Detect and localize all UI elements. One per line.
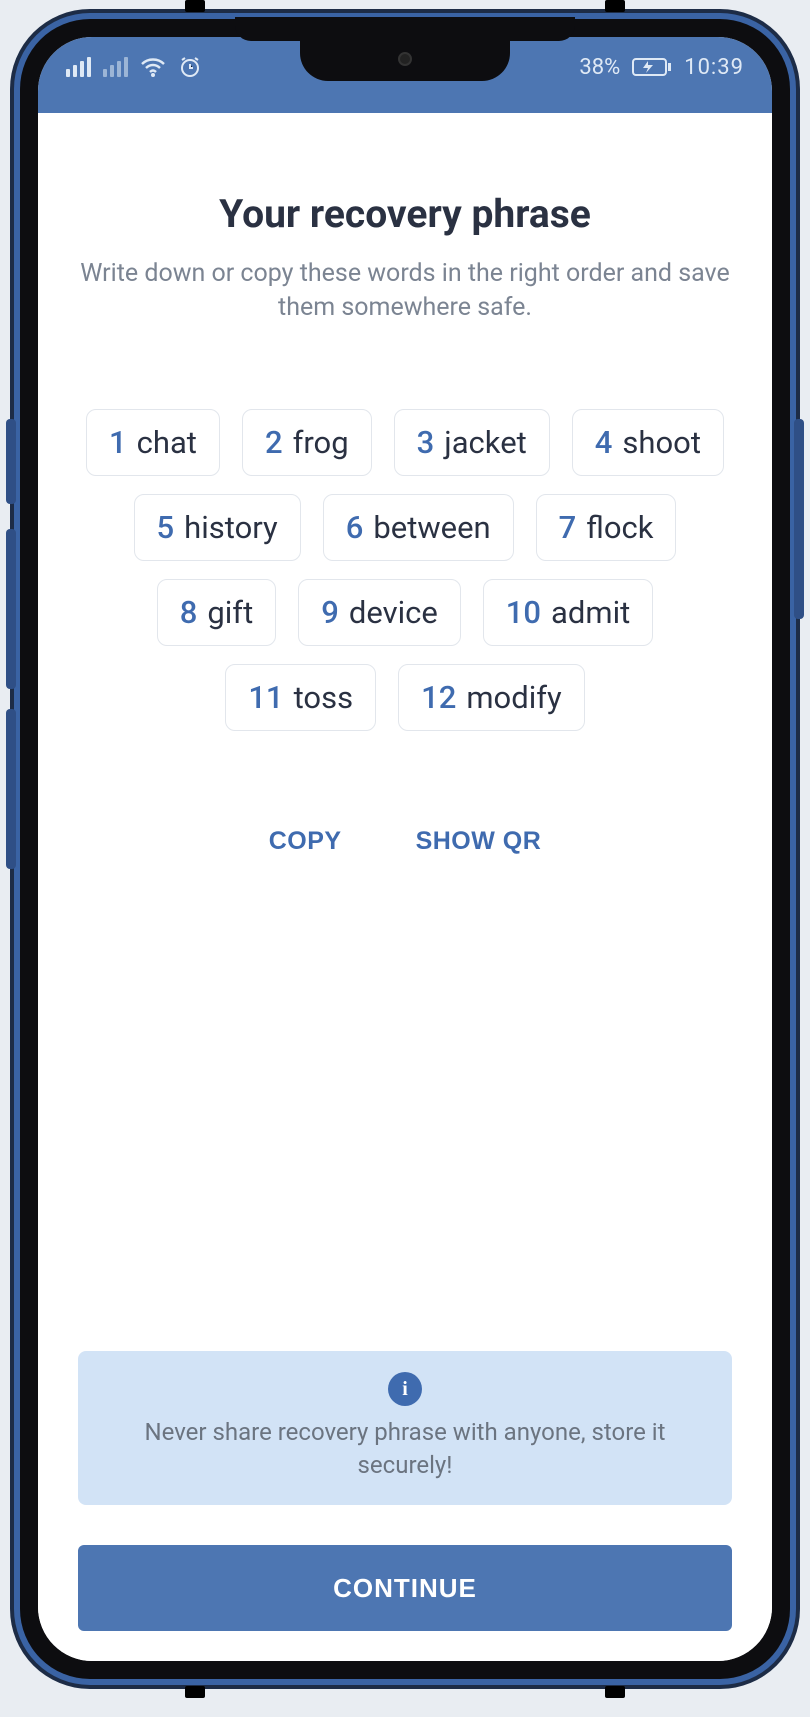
word-text: jacket <box>444 424 527 461</box>
side-button <box>794 419 804 619</box>
word-number: 11 <box>248 679 283 716</box>
word-number: 4 <box>595 424 613 461</box>
word-chip: 2 frog <box>242 409 372 476</box>
word-text: frog <box>293 424 349 461</box>
word-number: 1 <box>109 424 127 461</box>
camera-dot <box>398 52 412 66</box>
page-subtitle: Write down or copy these words in the ri… <box>78 257 732 325</box>
word-chip: 12 modify <box>398 664 585 731</box>
word-chip: 1 chat <box>86 409 220 476</box>
word-chip: 11 toss <box>225 664 376 731</box>
word-chip: 3jacket <box>394 409 550 476</box>
security-note-text: Never share recovery phrase with anyone,… <box>100 1416 710 1481</box>
phone-frame: 38% 10:39 Your recovery phrase Write dow… <box>20 19 790 1679</box>
word-text: between <box>373 509 490 546</box>
signal-sim2-icon <box>103 57 128 77</box>
display-notch <box>300 37 510 81</box>
word-text: modify <box>466 679 561 716</box>
word-number: 2 <box>265 424 283 461</box>
frame-nub <box>605 1686 625 1698</box>
frame-nub <box>185 1686 205 1698</box>
battery-charging-icon <box>632 57 672 77</box>
word-chip: 8gift <box>157 579 277 646</box>
word-chip: 9 device <box>298 579 461 646</box>
word-text: gift <box>207 594 253 631</box>
word-text: flock <box>586 509 653 546</box>
word-chip: 10 admit <box>483 579 653 646</box>
header-bar <box>38 97 772 113</box>
word-text: toss <box>294 679 354 716</box>
word-text: history <box>184 509 278 546</box>
wifi-icon <box>140 57 166 77</box>
word-text: admit <box>551 594 630 631</box>
phone-screen: 38% 10:39 Your recovery phrase Write dow… <box>38 37 772 1661</box>
word-number: 7 <box>559 509 577 546</box>
word-text: shoot <box>622 424 701 461</box>
word-chip: 5history <box>134 494 301 561</box>
page-content: Your recovery phrase Write down or copy … <box>38 113 772 1661</box>
word-number: 10 <box>506 594 541 631</box>
frame-nub <box>185 0 205 12</box>
security-note: i Never share recovery phrase with anyon… <box>78 1351 732 1505</box>
word-text: chat <box>137 424 197 461</box>
word-number: 12 <box>421 679 456 716</box>
info-icon: i <box>388 1372 422 1406</box>
word-number: 6 <box>346 509 364 546</box>
word-number: 5 <box>157 509 175 546</box>
word-chip: 6between <box>323 494 514 561</box>
side-button <box>6 419 16 504</box>
page-title: Your recovery phrase <box>78 191 732 237</box>
copy-button[interactable]: COPY <box>269 827 342 856</box>
word-chip: 4shoot <box>572 409 724 476</box>
word-chip: 7flock <box>536 494 677 561</box>
text-actions: COPY SHOW QR <box>78 827 732 856</box>
recovery-words: 1 chat 2 frog 3jacket 4shoot 5history 6bet… <box>78 409 732 731</box>
word-number: 3 <box>417 424 435 461</box>
word-number: 9 <box>321 594 339 631</box>
alarm-icon <box>178 55 202 79</box>
battery-percent: 38% <box>579 55 620 80</box>
continue-button[interactable]: CONTINUE <box>78 1545 732 1631</box>
side-button <box>6 529 16 689</box>
signal-sim1-icon <box>66 57 91 77</box>
frame-nub <box>605 0 625 12</box>
word-number: 8 <box>180 594 198 631</box>
show-qr-button[interactable]: SHOW QR <box>416 827 542 856</box>
side-button <box>6 709 16 869</box>
status-time: 10:39 <box>684 55 744 80</box>
word-text: device <box>349 594 438 631</box>
